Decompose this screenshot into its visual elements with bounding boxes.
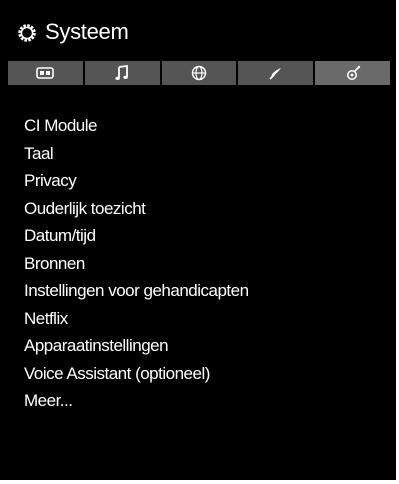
menu-item-datum-tijd[interactable]: Datum/tijd [24,222,249,250]
category-tab-bar [8,61,390,85]
installation-satellite-icon [268,65,284,81]
network-globe-icon [191,65,207,81]
menu-item-ci-module[interactable]: CI Module [24,112,249,140]
tab-picture[interactable] [8,61,85,85]
menu-item-privacy[interactable]: Privacy [24,167,249,195]
menu-item-bronnen[interactable]: Bronnen [24,250,249,278]
menu-item-apparaatinstellingen[interactable]: Apparaatinstellingen [24,332,249,360]
tab-network[interactable] [162,61,239,85]
page-title: Systeem [45,19,129,44]
menu-item-taal[interactable]: Taal [24,140,249,168]
picture-icon [36,67,55,79]
menu-item-meer[interactable]: Meer... [24,387,249,415]
menu-item-instellingen-gehandicapten[interactable]: Instellingen voor gehandicapten [24,277,249,305]
tab-sound[interactable] [85,61,162,85]
settings-panel: Systeem CI Module Taal Privacy Ouderlijk… [0,0,396,480]
tab-installation[interactable] [238,61,316,85]
settings-menu-list: CI Module Taal Privacy Ouderlijk toezich… [24,112,249,415]
music-note-icon [115,65,129,81]
system-tools-icon [345,65,361,81]
tab-system[interactable] [315,61,390,85]
menu-item-voice-assistant[interactable]: Voice Assistant (optioneel) [24,360,249,388]
menu-item-netflix[interactable]: Netflix [24,305,249,333]
panel-header: Systeem [0,0,396,60]
settings-gear-icon [17,23,37,43]
menu-item-ouderlijk-toezicht[interactable]: Ouderlijk toezicht [24,195,249,223]
